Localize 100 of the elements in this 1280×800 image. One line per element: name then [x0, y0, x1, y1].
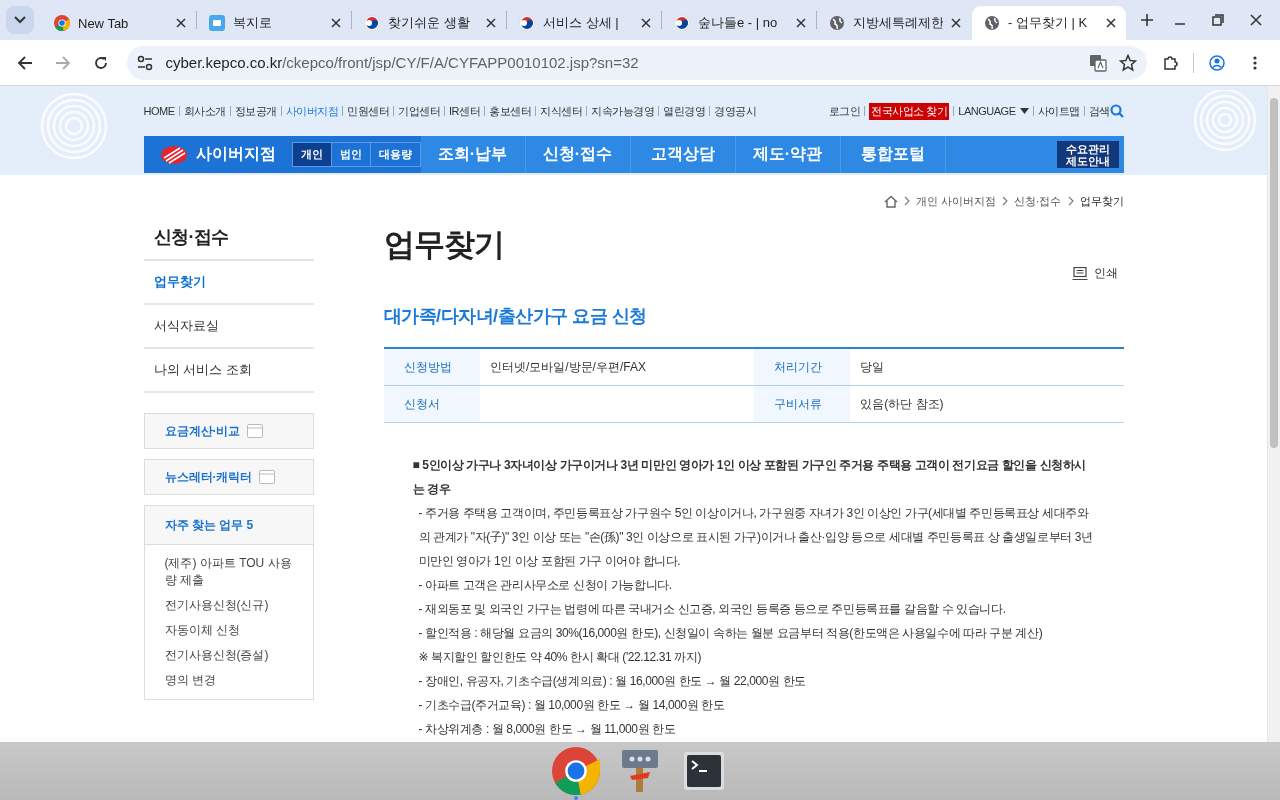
taegeuk-icon	[364, 15, 380, 31]
close-icon[interactable]	[641, 18, 651, 28]
site-info-icon[interactable]	[137, 54, 154, 71]
nav-link[interactable]: 지식센터	[540, 103, 582, 119]
search-icon[interactable]	[1109, 104, 1124, 118]
nav-link[interactable]: 민원센터	[347, 103, 389, 119]
plus-icon	[1140, 12, 1154, 27]
breadcrumb-link[interactable]: 개인 사이버지점	[915, 193, 996, 209]
profile-icon	[1209, 54, 1226, 71]
nav-link[interactable]: 기업센터	[398, 103, 440, 119]
language-dropdown[interactable]: LANGUAGE	[958, 105, 1016, 117]
segment-tab[interactable]: 대용량	[369, 143, 420, 166]
translate-icon[interactable]	[1089, 53, 1108, 72]
paragraph: - 주거용 주택용 고객이며, 주민등록표상 가구원수 5인 이상이거나, 가구원중 자녀가 3인 이상인 가구(세대별 주민등록표상 세대주와의 관계가 "자(子)" 3인 이상 또는 "손(孫)" 3인 이상으로 표시된 가구)이거나 출산·입양 등으로 세대별 주민등록표 상 출생일로부터 3년 미만인 영아가 1인 이상 포함된 가구 이어야 합니다.	[417, 505, 1094, 570]
sidebar-item[interactable]: 업무찾기	[143, 261, 314, 305]
menu-item[interactable]: 신청·접수	[525, 136, 631, 173]
reload-icon	[92, 54, 109, 71]
close-icon[interactable]	[796, 18, 806, 28]
task-link[interactable]: 명의 변경	[164, 672, 293, 689]
browser-tab[interactable]: 지방세특례제한	[817, 6, 971, 40]
locator-link[interactable]: 전국사업소 찾기	[869, 102, 950, 120]
url-text[interactable]: cyber.kepco.co.kr/ckepco/front/jsp/CY/F/A/CYFAPP0010102.jsp?sn=32	[165, 54, 639, 71]
sidebar-item[interactable]: 나의 서비스 조회	[143, 349, 314, 393]
browser-tab[interactable]: 서비스 상세 |	[507, 6, 661, 40]
nav-link[interactable]: 정보공개	[234, 103, 277, 119]
sidebar-item[interactable]: 서식자료실	[143, 305, 314, 349]
tab-search-button[interactable]	[6, 6, 34, 34]
nav-link[interactable]: 홍보센터	[489, 103, 531, 119]
address-bar[interactable]: cyber.kepco.co.kr/ckepco/front/jsp/CY/F/A/CYFAPP0010102.jsp?sn=32	[127, 45, 1148, 80]
table-cell: 인터넷/모바일/방문/우편/FAX	[479, 348, 754, 386]
logo-icon	[159, 144, 188, 165]
section-title: 대가족/다자녀/출산가구 요금 신청	[383, 305, 648, 328]
nav-link[interactable]: IR센터	[449, 103, 480, 119]
nav-link[interactable]: HOME	[143, 105, 175, 117]
close-icon[interactable]	[176, 18, 186, 28]
paragraph: - 차상위계층 : 월 8,000원 한도 → 월 11,000원 한도	[417, 721, 677, 738]
menu-item[interactable]: 조회·납부	[420, 136, 526, 173]
star-icon[interactable]	[1119, 53, 1138, 72]
nav-link[interactable]: 지속가능경영	[591, 103, 654, 119]
scrollbar-thumb[interactable]	[1270, 98, 1278, 448]
task-link[interactable]: (제주) 아파트 TOU 사용량 제출	[164, 555, 293, 589]
nav-link[interactable]: 로그인	[828, 103, 861, 119]
task-link[interactable]: 자동이체 신청	[164, 622, 293, 639]
segment-tab[interactable]: 법인	[330, 143, 370, 166]
nav-link[interactable]: 열린경영	[663, 103, 705, 119]
sidebar-link[interactable]: 뉴스레터·캐릭터	[143, 459, 314, 495]
nav-link[interactable]: 사이버지점	[285, 103, 338, 119]
browser-tab[interactable]: New Tab	[42, 6, 196, 40]
table-cell: 당일	[850, 348, 1124, 386]
close-icon[interactable]	[331, 18, 341, 28]
chrome-icon	[54, 15, 70, 31]
paragraph: - 재외동포 및 외국인 가구는 법령에 따른 국내거소 신고증, 외국인 등록증 등으로 주민등록표를 갈음할 수 있습니다.	[417, 601, 1007, 618]
browser-tab[interactable]: - 업무찾기 | K	[972, 6, 1126, 40]
scrollbar[interactable]	[1267, 86, 1280, 742]
extensions-icon	[1162, 54, 1179, 71]
caret-icon	[1019, 108, 1029, 114]
sidebar-title: 신청·접수	[143, 225, 314, 261]
chevron-right-icon	[903, 196, 910, 206]
browser-tab[interactable]: 숲나들e - | no	[662, 6, 816, 40]
close-icon[interactable]	[1250, 14, 1262, 26]
nav-link[interactable]: 사이트맵	[1037, 103, 1080, 119]
close-icon[interactable]	[486, 18, 496, 28]
nav-link[interactable]: 회사소개	[183, 103, 226, 119]
close-icon[interactable]	[1106, 18, 1116, 28]
new-window-icon	[246, 424, 263, 438]
table-header-cell: 구비서류	[753, 385, 851, 423]
paragraph: - 할인적용 : 해당월 요금의 30%(16,000원 한도), 신청일이 속하는 월분 요금부터 적용(한도액은 사용일수에 따라 구분 계산)	[417, 625, 1044, 642]
print-button[interactable]: 인쇄	[1071, 265, 1118, 282]
app-icon	[209, 15, 225, 31]
menu-item[interactable]: 고객상담	[630, 136, 736, 173]
new-window-icon	[258, 470, 275, 484]
taegeuk-icon	[519, 15, 535, 31]
home-icon[interactable]	[883, 194, 898, 208]
demand-guide-button[interactable]: 수요관리 제도안내	[1056, 141, 1119, 168]
table-header-cell: 신청방법	[383, 348, 480, 386]
paragraph: ※ 복지할인 할인한도 약 40% 한시 확대 ('22.12.31 까지)	[417, 649, 703, 666]
table-header-cell: 처리기간	[753, 348, 851, 386]
paragraph: - 기초수급(주거교육) : 월 10,000원 한도 → 월 14,000원 한도	[417, 697, 726, 714]
task-link[interactable]: 전기사용신청(증설)	[164, 647, 293, 664]
signpost-icon	[620, 748, 660, 794]
task-link[interactable]: 전기사용신청(신규)	[164, 597, 293, 614]
brand-name: 사이버지점	[195, 144, 276, 164]
forward-icon	[54, 54, 71, 71]
paragraph-heading: ■ 5인이상 가구나 3자녀이상 가구이거나 3년 미만인 영아가 1인 이상 포함된 가구인 주거용 주택용 고객이 전기요금 할인을 신청하시는 경우	[412, 457, 1087, 498]
paragraph: - 장애인, 유공자, 기초수급(생계의료) : 월 16,000원 한도 → 월 22,000원 한도	[417, 673, 807, 690]
breadcrumb-link[interactable]: 업무찾기	[1079, 193, 1124, 209]
printer-icon	[1071, 267, 1088, 280]
panel-title: 자주 찾는 업무 5	[144, 506, 313, 545]
sidebar-link[interactable]: 요금계산·비교	[143, 413, 314, 449]
close-icon[interactable]	[951, 18, 961, 28]
restore-icon[interactable]	[1212, 14, 1224, 26]
menu-item[interactable]: 제도·약관	[735, 136, 841, 173]
breadcrumb-link[interactable]: 신청·접수	[1013, 193, 1062, 209]
browser-tab[interactable]: 복지로	[197, 6, 351, 40]
search-link[interactable]: 검색	[1088, 103, 1110, 119]
segment-tab[interactable]: 개인	[292, 143, 331, 166]
nav-link[interactable]: 경영공시	[714, 103, 756, 119]
browser-tab[interactable]: 찾기쉬운 생활	[352, 6, 506, 40]
table-header-cell: 신청서	[383, 385, 480, 423]
menu-item[interactable]: 통합포털	[840, 136, 946, 173]
